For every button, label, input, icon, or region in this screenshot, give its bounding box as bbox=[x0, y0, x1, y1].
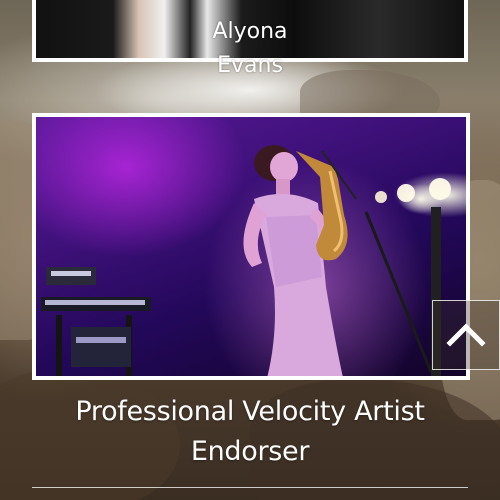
chevron-up-icon bbox=[446, 323, 486, 347]
artist-last-name: Evans bbox=[217, 53, 283, 78]
page: Alyona Evans Professional Velocity Artis… bbox=[0, 0, 500, 500]
section-divider bbox=[32, 487, 468, 488]
stage-equipment bbox=[41, 267, 151, 376]
scroll-to-top-button[interactable] bbox=[432, 300, 500, 370]
saxophonist-figure bbox=[243, 145, 357, 376]
headline-line-2: Endorser bbox=[190, 436, 310, 467]
artist-name-caption[interactable]: Alyona Evans bbox=[180, 15, 320, 83]
performer-photo[interactable] bbox=[32, 113, 470, 380]
artist-first-name: Alyona bbox=[212, 19, 288, 44]
headline-line-1: Professional Velocity Artist bbox=[75, 396, 425, 427]
endorsement-headline: Professional Velocity Artist Endorser bbox=[20, 392, 480, 472]
